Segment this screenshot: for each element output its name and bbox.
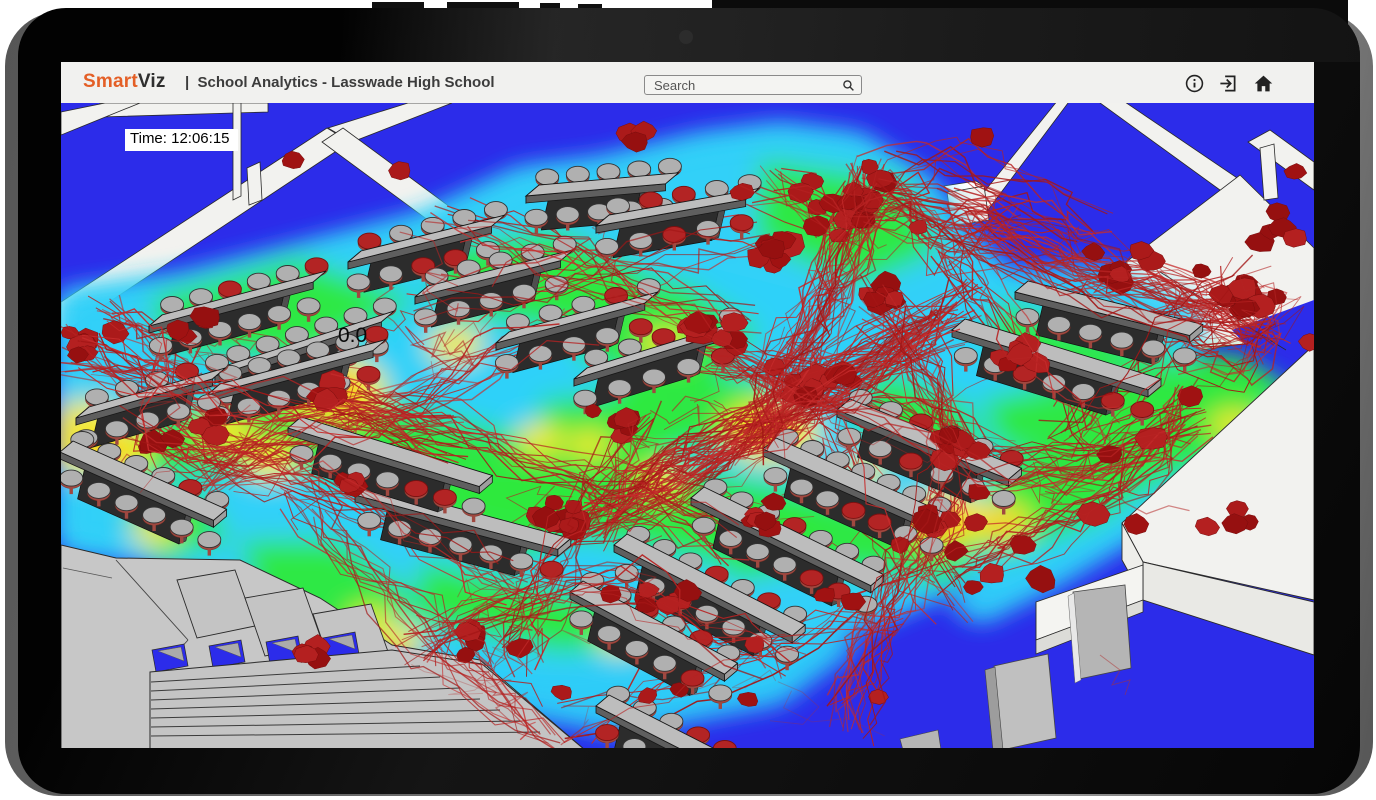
svg-text:0.0: 0.0 [338,324,367,347]
